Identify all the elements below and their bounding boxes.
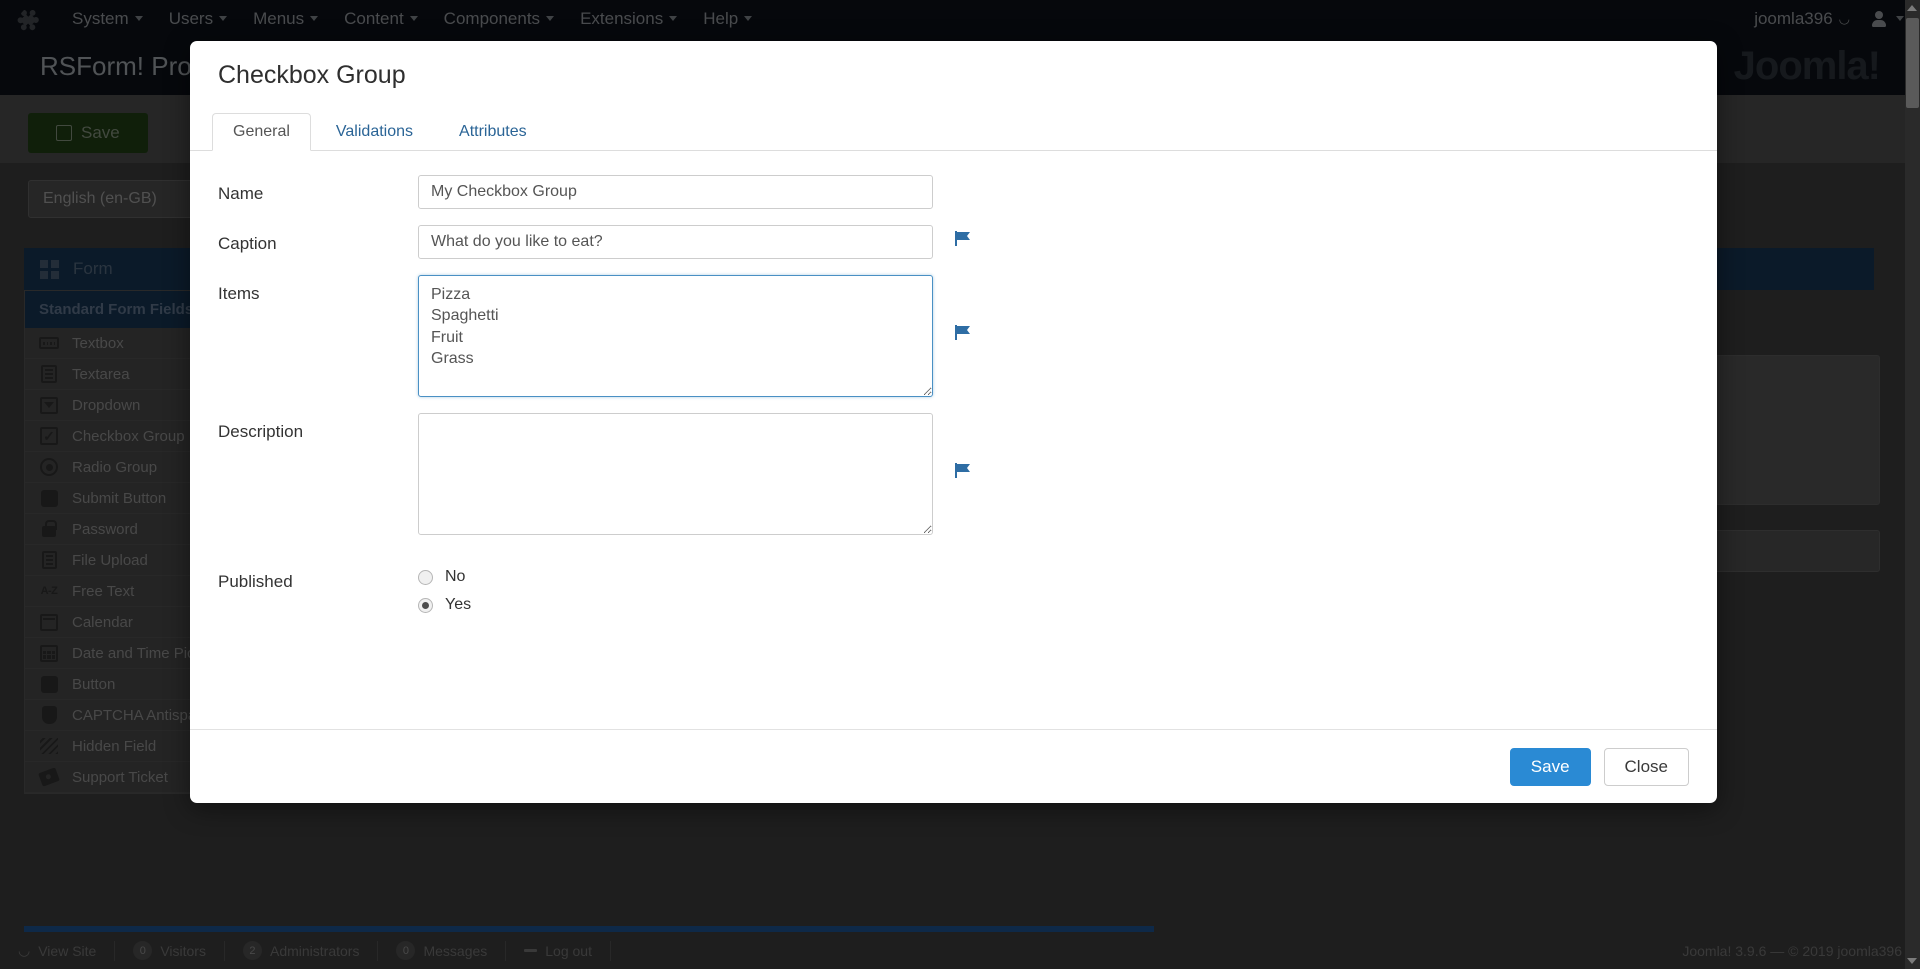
flag-icon[interactable] [955, 231, 972, 251]
name-label: Name [218, 175, 418, 204]
checkbox-group-modal: Checkbox Group General Validations Attri… [190, 41, 1717, 803]
description-textarea[interactable] [418, 413, 933, 535]
modal-save-button[interactable]: Save [1510, 748, 1591, 786]
modal-footer: Save Close [190, 729, 1717, 803]
field-row-name: Name [190, 175, 1717, 209]
tab-validations[interactable]: Validations [315, 113, 434, 151]
published-option-yes[interactable]: Yes [418, 591, 471, 619]
radio-yes-label: Yes [445, 596, 471, 614]
radio-no-label: No [445, 568, 465, 586]
field-row-items: Items [190, 275, 1717, 397]
tab-attributes[interactable]: Attributes [438, 113, 548, 151]
name-input[interactable] [418, 175, 933, 209]
description-label: Description [218, 413, 418, 442]
field-row-caption: Caption [190, 225, 1717, 259]
items-label: Items [218, 275, 418, 304]
modal-title: Checkbox Group [190, 41, 1717, 109]
caption-label: Caption [218, 225, 418, 254]
radio-no[interactable] [418, 570, 433, 585]
scroll-up-arrow-icon[interactable] [1907, 5, 1917, 11]
published-option-no[interactable]: No [418, 563, 465, 591]
scrollbar-thumb[interactable] [1906, 18, 1919, 108]
published-label: Published [218, 563, 418, 592]
modal-body: Name Caption Items [190, 151, 1717, 729]
radio-yes[interactable] [418, 598, 433, 613]
field-row-description: Description [190, 413, 1717, 535]
caption-input[interactable] [418, 225, 933, 259]
flag-icon[interactable] [955, 463, 972, 483]
scroll-down-arrow-icon[interactable] [1907, 958, 1917, 964]
flag-icon[interactable] [955, 325, 972, 345]
modal-close-button[interactable]: Close [1604, 748, 1689, 786]
items-textarea[interactable] [418, 275, 933, 397]
tab-general[interactable]: General [212, 113, 311, 151]
modal-tabs: General Validations Attributes [190, 109, 1717, 151]
field-row-published: Published No Yes [190, 563, 1717, 619]
vertical-scrollbar[interactable] [1905, 0, 1920, 969]
